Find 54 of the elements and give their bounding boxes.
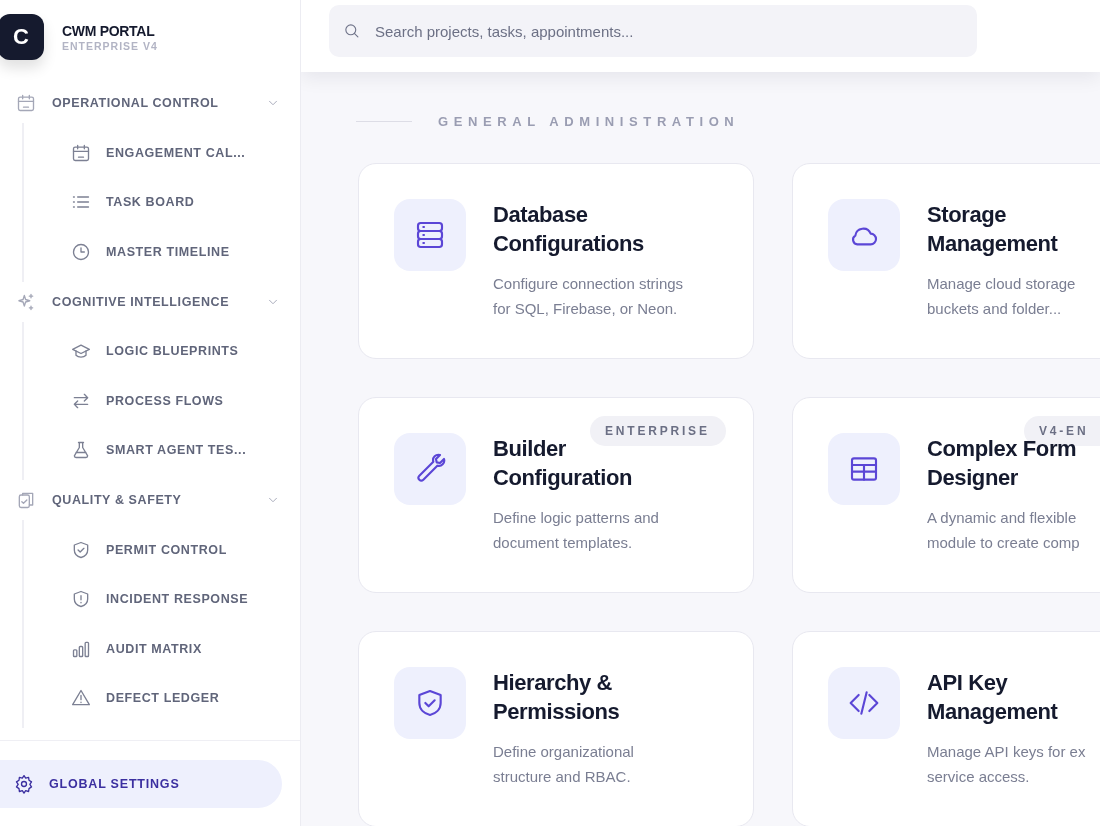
module-card[interactable]: API Key Management Manage API keys for ex service access. <box>792 631 1100 826</box>
nav-item[interactable]: MASTER TIMELINE <box>24 227 300 277</box>
module-card[interactable]: Hierarchy & Permissions Define organizational structure and RBAC. <box>358 631 754 826</box>
search-field[interactable]: Search projects, tasks, appointments... <box>329 5 977 57</box>
card-description: Manage cloud storage buckets and folder... <box>927 274 1077 319</box>
card-description: Define logic patterns and document templates. <box>493 508 660 553</box>
nav-item[interactable]: LOGIC BLUEPRINTS <box>24 326 300 376</box>
calendar-icon <box>16 93 36 113</box>
brand-edition: ENTERPRISE V4 <box>62 39 158 52</box>
settings-button[interactable]: GLOBAL SETTINGS <box>0 760 282 808</box>
clock-icon <box>71 241 91 262</box>
tier-badge: ENTERPRISE <box>590 416 726 446</box>
shield-check-icon <box>71 539 91 560</box>
card-title: API Key <box>927 670 1008 696</box>
card-title: Permissions <box>493 699 620 725</box>
flask-icon <box>71 440 91 461</box>
nav-item[interactable]: PROCESS FLOWS <box>24 376 300 426</box>
card-title: Designer <box>927 465 1018 491</box>
card-title: Hierarchy & <box>493 670 613 696</box>
nav-item[interactable]: TASK BOARD <box>24 177 300 227</box>
sparkle-icon <box>16 291 36 312</box>
module-card[interactable]: Database Configurations Configure connection strings for SQL, Firebase, or Neon. <box>358 163 754 359</box>
card-title: Configurations <box>493 231 644 257</box>
card-title: Builder <box>493 436 566 462</box>
nav-item[interactable]: AUDIT MATRIX <box>24 624 300 674</box>
clipboard-icon <box>16 490 36 510</box>
card-title: Management <box>927 231 1058 257</box>
card-description: Configure connection strings for SQL, Firebase, or Neon. <box>493 274 685 319</box>
card-title: Management <box>927 699 1058 725</box>
logo: C <box>0 14 44 60</box>
nav-item[interactable]: PERMIT CONTROL <box>24 525 300 575</box>
card-title: Storage <box>927 202 1007 228</box>
nav-item[interactable]: INCIDENT RESPONSE <box>24 574 300 624</box>
nav-group[interactable]: OPERATIONAL CONTROL <box>0 83 280 123</box>
nav-item[interactable]: SMART AGENT TES... <box>24 425 300 475</box>
search-icon <box>343 22 360 39</box>
module-card[interactable]: Builder ENTERPRISE Configuration Define logic patterns and document templates. <box>358 397 754 593</box>
nav-item[interactable]: DEFECT LEDGER <box>24 673 300 723</box>
brand-name: CWM PORTAL <box>62 22 156 39</box>
card-description: Manage API keys for ex service access. <box>927 742 1087 787</box>
nav-item[interactable]: ENGAGEMENT CAL... <box>24 128 300 178</box>
wrench-icon <box>414 453 446 485</box>
nav-group[interactable]: QUALITY & SAFETY <box>0 480 280 520</box>
module-card[interactable]: Storage Management Manage cloud storage buckets and folder... <box>792 163 1100 359</box>
calendar-icon <box>71 142 91 163</box>
section-heading: GENERAL ADMINISTRATION <box>438 114 740 129</box>
shield-alert-icon <box>71 589 91 610</box>
nav-group[interactable]: COGNITIVE INTELLIGENCE <box>0 281 280 322</box>
settings-icon <box>14 774 34 794</box>
card-title: Database <box>493 202 588 228</box>
card-title: Configuration <box>493 465 632 491</box>
card-description: A dynamic and flexible module to create comp <box>927 508 1081 553</box>
card-description: Define organizational structure and RBAC. <box>493 742 635 787</box>
database-icon <box>414 219 446 251</box>
